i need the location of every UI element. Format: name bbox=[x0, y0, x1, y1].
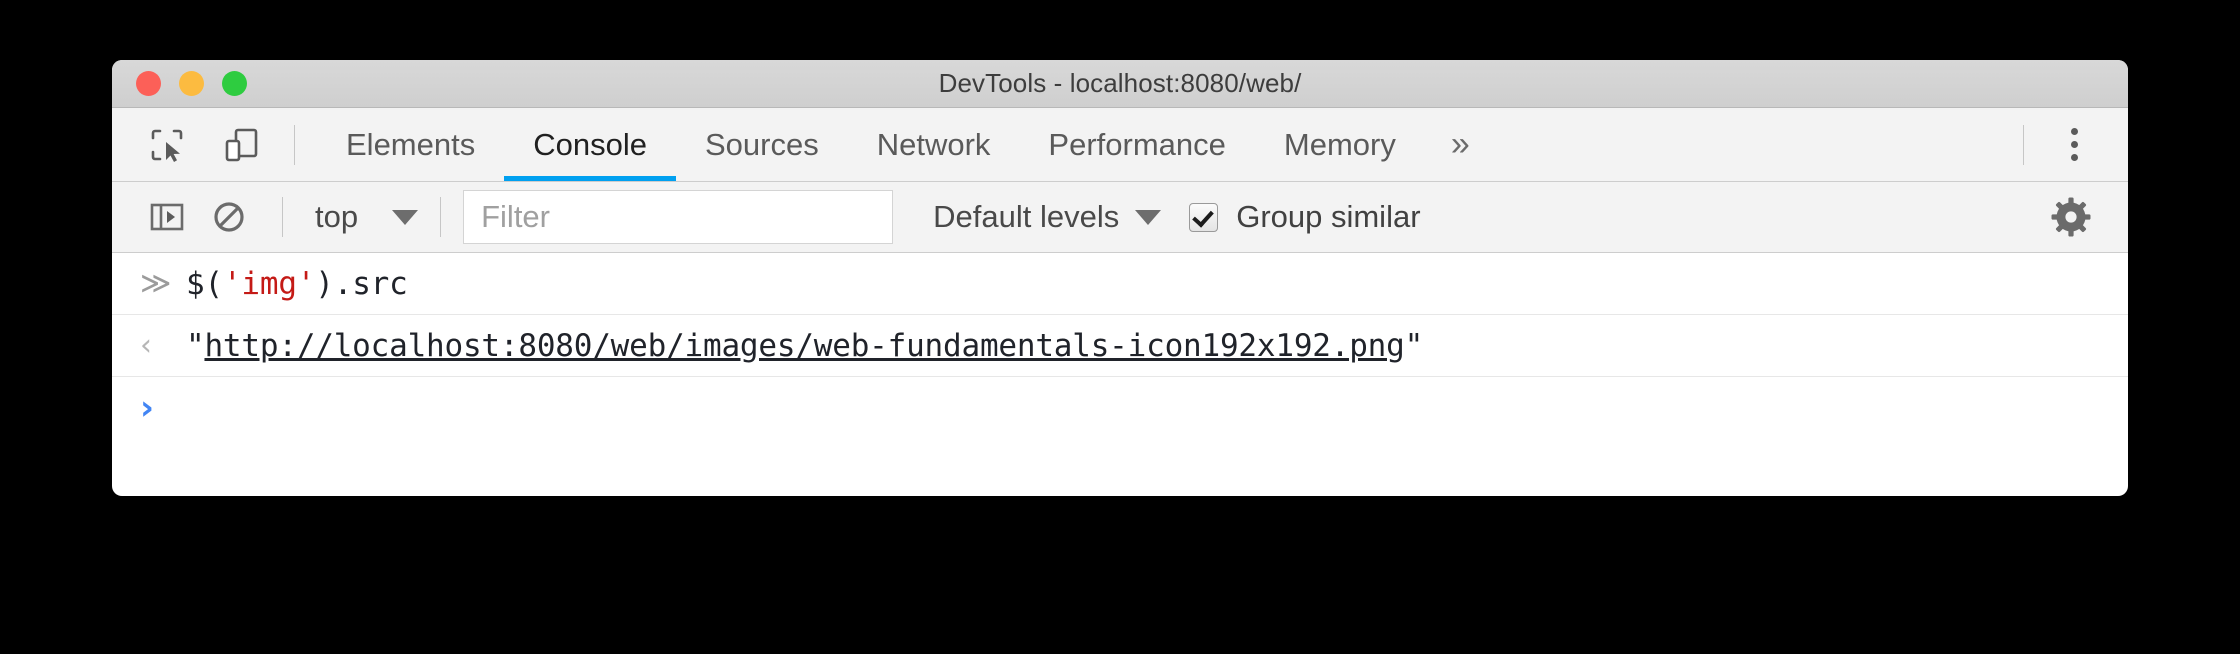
quote-token: " bbox=[1404, 327, 1424, 364]
devtools-tabbar: Elements Console Sources Network Perform… bbox=[112, 108, 2128, 182]
console-toolbar: top Filter Default levels Group similar bbox=[112, 182, 2128, 253]
window-titlebar: DevTools - localhost:8080/web/ bbox=[112, 60, 2128, 108]
group-similar-checkbox[interactable] bbox=[1189, 202, 1219, 232]
expression-token: $( bbox=[186, 265, 223, 302]
tabbar-right-group bbox=[2001, 117, 2128, 173]
tab-console[interactable]: Console bbox=[504, 108, 676, 181]
console-message-list: ≫ $('img').src ‹ "http://localhost:8080/… bbox=[112, 253, 2128, 439]
console-sidebar-icon[interactable] bbox=[136, 189, 198, 245]
console-prompt-row[interactable]: › bbox=[112, 377, 2128, 439]
console-output-value: "http://localhost:8080/web/images/web-fu… bbox=[186, 328, 1423, 364]
console-toolbar-divider-1 bbox=[282, 197, 283, 237]
group-similar-label: Group similar bbox=[1236, 199, 1421, 234]
tabbar-divider bbox=[294, 124, 295, 165]
log-levels-selector[interactable]: Default levels bbox=[933, 199, 1162, 235]
filter-input[interactable]: Filter bbox=[463, 190, 894, 244]
clear-console-icon[interactable] bbox=[198, 189, 260, 245]
tab-network[interactable]: Network bbox=[848, 108, 1020, 181]
expression-token: ).src bbox=[315, 265, 408, 302]
console-input-expression: $('img').src bbox=[186, 266, 408, 302]
traffic-lights bbox=[112, 71, 247, 96]
log-levels-label: Default levels bbox=[933, 199, 1120, 234]
inspect-element-icon[interactable] bbox=[136, 117, 198, 173]
output-url-link[interactable]: http://localhost:8080/web/images/web-fun… bbox=[204, 328, 1404, 364]
tabbar-icon-group bbox=[112, 117, 272, 173]
zoom-window-button[interactable] bbox=[222, 71, 247, 96]
gear-icon[interactable] bbox=[2040, 189, 2102, 245]
chevron-down-icon bbox=[392, 209, 419, 225]
console-prompt-caret-icon: › bbox=[140, 388, 155, 428]
close-window-button[interactable] bbox=[136, 71, 161, 96]
console-toolbar-right bbox=[2040, 189, 2128, 245]
minimize-window-button[interactable] bbox=[179, 71, 204, 96]
console-toolbar-divider-2 bbox=[440, 197, 442, 237]
console-output-marker-icon: ‹ bbox=[140, 327, 152, 363]
console-input-marker-icon: ≫ bbox=[140, 265, 172, 301]
tab-memory[interactable]: Memory bbox=[1255, 108, 1425, 181]
device-toolbar-icon[interactable] bbox=[210, 117, 272, 173]
tabbar-right-divider bbox=[2023, 124, 2024, 165]
tab-performance[interactable]: Performance bbox=[1019, 108, 1254, 181]
devtools-window: DevTools - localhost:8080/web/ Elements … bbox=[112, 60, 2128, 496]
tab-list: Elements Console Sources Network Perform… bbox=[317, 108, 1494, 181]
filter-placeholder: Filter bbox=[481, 199, 550, 234]
kebab-menu-icon[interactable] bbox=[2046, 117, 2102, 173]
execution-context-label: top bbox=[315, 199, 359, 234]
quote-token: " bbox=[186, 327, 205, 364]
tab-elements[interactable]: Elements bbox=[317, 108, 504, 181]
group-similar-toggle[interactable]: Group similar bbox=[1189, 199, 1421, 235]
console-output-row[interactable]: ‹ "http://localhost:8080/web/images/web-… bbox=[112, 315, 2128, 377]
more-tabs-icon[interactable]: » bbox=[1425, 108, 1494, 181]
console-input-row[interactable]: ≫ $('img').src bbox=[112, 253, 2128, 315]
tab-sources[interactable]: Sources bbox=[676, 108, 848, 181]
execution-context-selector[interactable]: top bbox=[315, 199, 419, 235]
expression-string-token: 'img' bbox=[222, 265, 316, 302]
window-title: DevTools - localhost:8080/web/ bbox=[938, 68, 1302, 98]
chevron-down-icon bbox=[1135, 209, 1162, 225]
